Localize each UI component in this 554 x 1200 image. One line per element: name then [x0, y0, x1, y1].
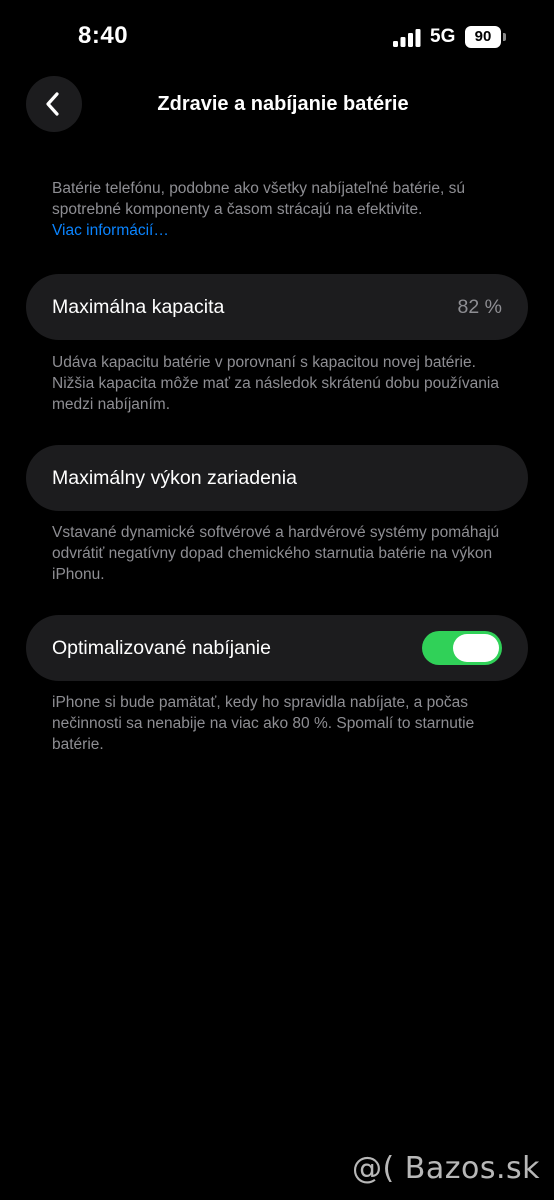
optimized-charging-row: Optimalizované nabíjanie [26, 615, 528, 681]
status-bar: 8:40 5G 90 [0, 0, 554, 76]
max-capacity-row: Maximálna kapacita 82 % [26, 274, 528, 340]
network-type: 5G [430, 26, 456, 47]
max-capacity-footer: Udáva kapacitu batérie v porovnaní s kap… [52, 354, 499, 413]
intro-text: Batérie telefónu, podobne ako všetky nab… [52, 180, 465, 218]
learn-more-link[interactable]: Viac informácií… [52, 222, 169, 239]
optimized-charging-label: Optimalizované nabíjanie [52, 637, 271, 659]
watermark: @( Bazos.sk [352, 1151, 540, 1186]
peak-performance-label: Maximálny výkon zariadenia [52, 467, 297, 489]
toggle-knob [453, 634, 499, 662]
battery-icon: 90 [465, 26, 507, 48]
max-capacity-label: Maximálna kapacita [52, 296, 225, 318]
peak-performance-row[interactable]: Maximálny výkon zariadenia [26, 445, 528, 511]
optimized-charging-footer: iPhone si bude pamätať, kedy ho spravidl… [52, 694, 475, 753]
intro-text-block: Batérie telefónu, podobne ako všetky nab… [52, 178, 522, 241]
page-title: Zdravie a nabíjanie batérie [157, 93, 409, 115]
cellular-signal-icon [393, 29, 421, 47]
optimized-charging-toggle[interactable] [422, 631, 502, 665]
status-time: 8:40 [78, 22, 129, 49]
battery-cap [503, 33, 506, 41]
navigation-bar: Zdravie a nabíjanie batérie [0, 76, 554, 136]
battery-level: 90 [465, 26, 501, 48]
peak-performance-footer: Vstavané dynamické softvérové a hardvéro… [52, 524, 500, 583]
max-capacity-value: 82 % [457, 296, 502, 318]
